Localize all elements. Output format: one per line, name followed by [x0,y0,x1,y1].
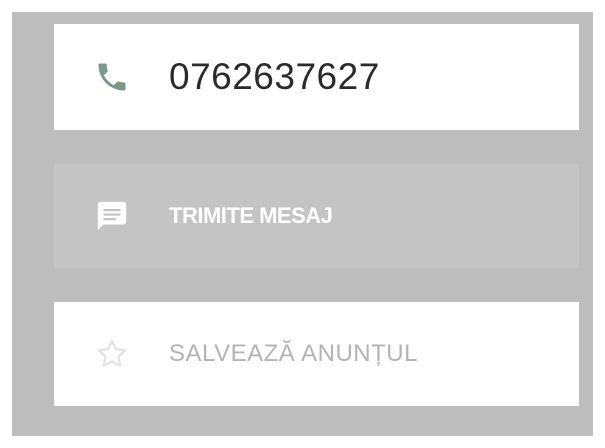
chat-icon [92,196,132,236]
phone-icon [92,57,132,97]
phone-card[interactable]: 0762637627 [54,24,579,130]
star-icon [92,334,132,374]
send-message-button[interactable]: TRIMITE MESAJ [54,164,579,268]
save-ad-button[interactable]: SALVEAZĂ ANUNȚUL [54,302,579,406]
send-message-label: TRIMITE MESAJ [169,203,333,228]
contact-panel: 0762637627 TRIMITE MESAJ SALVEAZĂ ANUNȚU… [12,12,593,436]
save-ad-label: SALVEAZĂ ANUNȚUL [169,340,418,367]
phone-number[interactable]: 0762637627 [169,56,380,98]
